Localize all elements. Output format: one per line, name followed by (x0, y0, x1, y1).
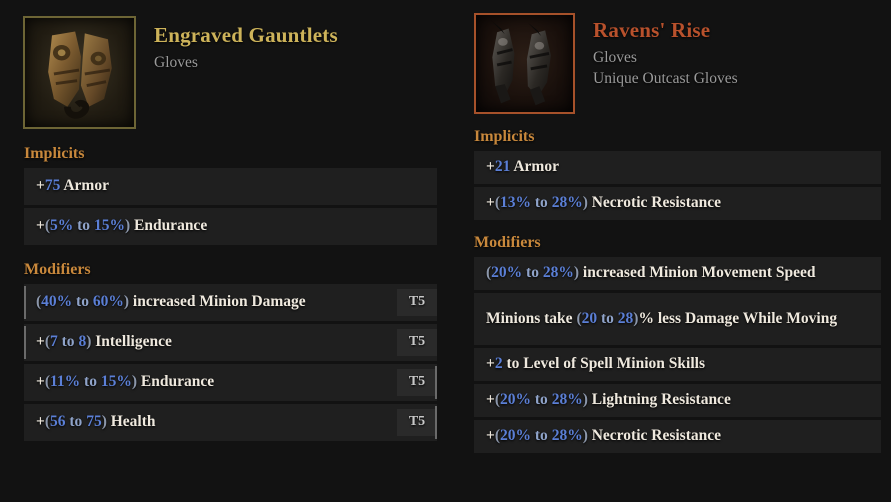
tier-badge: T5 (397, 329, 437, 356)
item-titles-left: Engraved Gauntlets Gloves (136, 16, 338, 74)
section-title-implicits: Implicits (474, 128, 535, 145)
stat-text: +(13% to 28%) Necrotic Resistance (486, 194, 721, 212)
gauntlets-icon-art (48, 31, 112, 119)
tier-badge: T5 (397, 369, 437, 396)
stat-row[interactable]: +21 Armor (474, 151, 881, 184)
modifiers-list-right: (20% to 28%) increased Minion Movement S… (466, 257, 889, 453)
item-rarity-line: Unique Outcast Gloves (593, 69, 738, 87)
stat-row[interactable]: +(20% to 28%) Lightning Resistance (474, 384, 881, 417)
stat-row[interactable]: +(11% to 15%) Endurance T5 (24, 364, 437, 401)
stat-text: +(20% to 28%) Lightning Resistance (486, 391, 731, 409)
modifiers-list-left: (40% to 60%) increased Minion Damage T5 +(… (14, 284, 453, 441)
item-comparison-tooltip: Engraved Gauntlets Gloves Implicits +75 … (0, 0, 891, 502)
stat-row[interactable]: (20% to 28%) increased Minion Movement S… (474, 257, 881, 290)
stat-text: (20% to 28%) increased Minion Movement S… (486, 264, 816, 282)
stat-text: +75 Armor (36, 177, 109, 195)
item-base-type: Gloves (154, 54, 198, 72)
section-title-modifiers: Modifiers (24, 261, 91, 278)
stat-row[interactable]: +2 to Level of Spell Minion Skills (474, 348, 881, 381)
stat-text: +2 to Level of Spell Minion Skills (486, 355, 705, 373)
item-base-type: Gloves (593, 49, 637, 67)
stat-text: (40% to 60%) increased Minion Damage (36, 293, 306, 311)
item-panel-right: Ravens' Rise Gloves Unique Outcast Glove… (462, 0, 891, 502)
stat-row[interactable]: Minions take (20 to 28)% less Damage Whi… (474, 293, 881, 345)
section-title-modifiers: Modifiers (474, 234, 541, 251)
section-title-implicits: Implicits (24, 145, 85, 162)
stat-row[interactable]: +75 Armor (24, 168, 437, 205)
item-panel-left: Engraved Gauntlets Gloves Implicits +75 … (0, 0, 462, 502)
gauntlets-icon[interactable] (23, 16, 136, 129)
stat-row[interactable]: +(5% to 15%) Endurance (24, 208, 437, 245)
stat-row[interactable]: +(7 to 8) Intelligence T5 (24, 324, 437, 361)
stat-text: +(11% to 15%) Endurance (36, 373, 215, 391)
item-header-right: Ravens' Rise Gloves Unique Outcast Glove… (466, 4, 889, 114)
item-name: Ravens' Rise (593, 18, 711, 42)
stat-text: +(7 to 8) Intelligence (36, 333, 172, 351)
stat-row[interactable]: +(56 to 75) Health T5 (24, 404, 437, 441)
stat-text: +(56 to 75) Health (36, 413, 156, 431)
tier-badge: T5 (397, 289, 437, 316)
item-header-left: Engraved Gauntlets Gloves (14, 10, 453, 129)
ravens-rise-gloves-icon[interactable] (474, 13, 575, 114)
stat-row[interactable]: +(20% to 28%) Necrotic Resistance (474, 420, 881, 453)
item-titles-right: Ravens' Rise Gloves Unique Outcast Glove… (575, 13, 738, 89)
stat-text: +(5% to 15%) Endurance (36, 217, 208, 235)
item-name: Engraved Gauntlets (154, 23, 338, 47)
implicits-list-right: +21 Armor +(13% to 28%) Necrotic Resistan… (466, 151, 889, 220)
tier-badge: T5 (397, 409, 437, 436)
stat-row[interactable]: +(13% to 28%) Necrotic Resistance (474, 187, 881, 220)
ravens-rise-gloves-icon-art (491, 20, 551, 106)
implicits-list-left: +75 Armor +(5% to 15%) Endurance (14, 168, 453, 245)
stat-text: Minions take (20 to 28)% less Damage Whi… (486, 309, 838, 327)
stat-text: +(20% to 28%) Necrotic Resistance (486, 427, 721, 445)
stat-row[interactable]: (40% to 60%) increased Minion Damage T5 (24, 284, 437, 321)
stat-text: +21 Armor (486, 158, 559, 176)
